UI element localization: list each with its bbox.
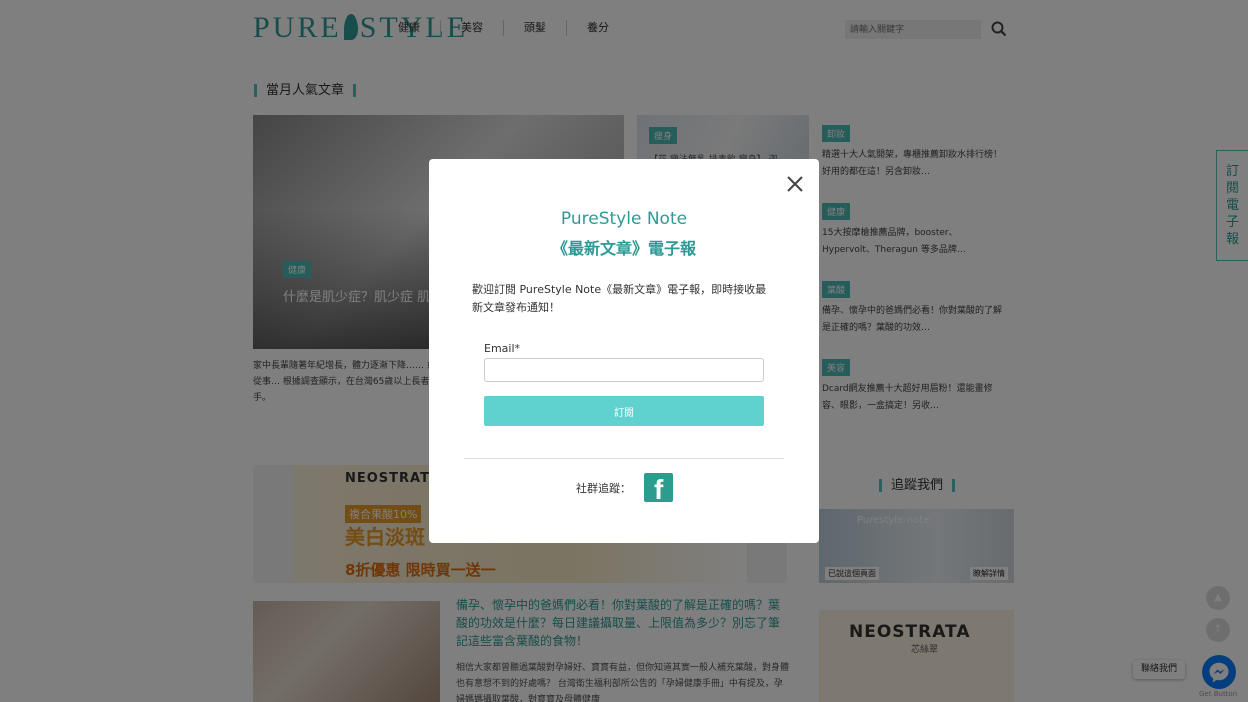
newsletter-modal: PureStyle Note 《最新文章》電子報 歡迎訂閱 PureStyle … [429,159,819,543]
modal-divider [464,458,784,459]
subscribe-button[interactable]: 訂閱 [484,396,764,426]
email-field[interactable] [484,358,764,382]
facebook-icon[interactable]: f [644,473,673,502]
close-icon[interactable] [784,173,806,195]
social-follow-label: 社群追蹤： [576,482,631,495]
modal-description: 歡迎訂閱 PureStyle Note《最新文章》電子報，即時接收最新文章發布通… [472,283,767,314]
modal-title: PureStyle Note [560,209,688,229]
email-label: Email* [484,342,521,355]
modal-subtitle: 《最新文章》電子報 [551,239,696,258]
